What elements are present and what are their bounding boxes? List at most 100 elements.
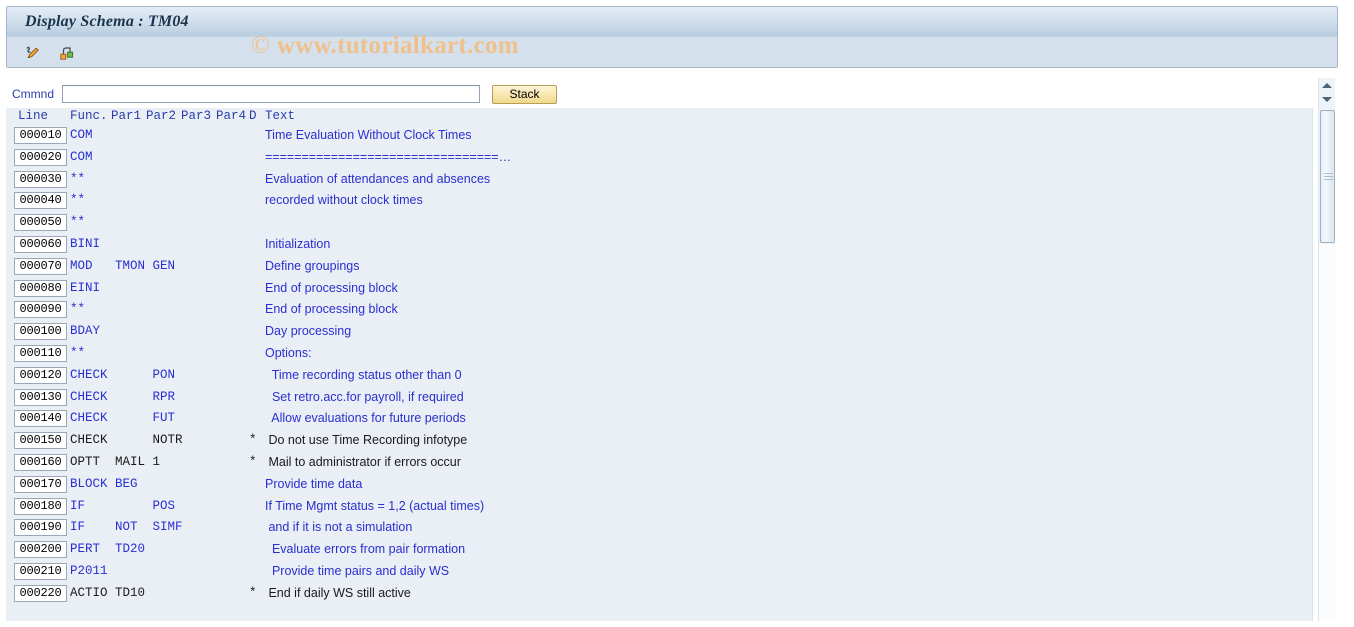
line-number-cell[interactable]: 000170	[14, 475, 67, 493]
description-cell[interactable]: ================================…	[265, 150, 511, 164]
deactivation-flag-cell[interactable]: *	[249, 433, 257, 447]
description-cell[interactable]: Options:	[265, 346, 312, 360]
function-params-cell[interactable]: EINI	[70, 281, 100, 295]
function-params-cell[interactable]: **	[70, 215, 85, 229]
line-number-cell[interactable]: 000180	[14, 497, 67, 515]
description-cell[interactable]: Mail to administrator if errors occur	[265, 455, 460, 469]
structure-icon[interactable]	[55, 41, 79, 65]
line-number-cell[interactable]: 000090	[14, 301, 67, 319]
table-row[interactable]: 000110 ** Options:	[6, 343, 1312, 365]
function-params-cell[interactable]: CHECK NOTR	[70, 433, 183, 447]
vertical-scrollbar[interactable]	[1318, 78, 1335, 621]
table-row[interactable]: 000190 IF NOT SIMF and if it is not a sim…	[6, 517, 1312, 539]
table-row[interactable]: 000170 BLOCK BEG Provide time data	[6, 474, 1312, 496]
description-cell[interactable]: Day processing	[265, 324, 351, 338]
description-cell[interactable]: Set retro.acc.for payroll, if required	[265, 390, 464, 404]
table-row[interactable]: 000210 P2011 Provide time pairs and daily…	[6, 561, 1312, 583]
description-cell[interactable]: End of processing block	[265, 302, 398, 316]
line-number-cell[interactable]: 000010	[14, 127, 67, 144]
line-number-cell[interactable]: 000130	[14, 388, 67, 406]
function-params-cell[interactable]: **	[70, 346, 85, 360]
table-row[interactable]: 000080 EINI End of processing block	[6, 278, 1312, 300]
description-cell[interactable]: Time Evaluation Without Clock Times	[265, 128, 472, 142]
deactivation-flag-cell[interactable]: *	[249, 455, 257, 469]
description-cell[interactable]: Allow evaluations for future periods	[265, 411, 466, 425]
function-params-cell[interactable]: IF NOT SIMF	[70, 520, 183, 534]
function-params-cell[interactable]: MOD TMON GEN	[70, 259, 175, 273]
function-params-cell[interactable]: PERT TD20	[70, 542, 145, 556]
line-number-cell[interactable]: 000040	[14, 192, 67, 210]
scroll-down-button[interactable]	[1319, 92, 1335, 106]
table-row[interactable]: 000200 PERT TD20 Evaluate errors from pai…	[6, 539, 1312, 561]
description-cell[interactable]: Evaluation of attendances and absences	[265, 172, 490, 186]
function-params-cell[interactable]: **	[70, 193, 85, 207]
line-number-cell[interactable]: 000160	[14, 453, 67, 471]
description-cell[interactable]: Define groupings	[265, 259, 360, 273]
function-params-cell[interactable]: COM	[70, 128, 93, 142]
line-number-cell[interactable]: 000220	[14, 584, 67, 602]
description-cell[interactable]: Provide time pairs and daily WS	[265, 564, 449, 578]
line-number-cell[interactable]: 000210	[14, 562, 67, 580]
table-row[interactable]: 000070 MOD TMON GEN Define groupings	[6, 256, 1312, 278]
schema-grid: Line Func. Par1 Par2 Par3 Par4 D Text 00…	[6, 108, 1312, 621]
scrollbar-track[interactable]	[1319, 244, 1335, 621]
function-params-cell[interactable]: BINI	[70, 237, 100, 251]
table-row[interactable]: 000220 ACTIO TD10 * End if daily WS still …	[6, 583, 1312, 605]
description-cell[interactable]: and if it is not a simulation	[265, 520, 412, 534]
deactivation-flag-cell[interactable]: *	[249, 586, 257, 600]
description-cell[interactable]: Do not use Time Recording infotype	[265, 433, 467, 447]
table-row[interactable]: 000020 COM ===============================…	[6, 147, 1312, 169]
function-params-cell[interactable]: IF POS	[70, 499, 175, 513]
description-cell[interactable]: If Time Mgmt status = 1,2 (actual times)	[265, 499, 484, 513]
function-params-cell[interactable]: P2011	[70, 564, 108, 578]
line-number-cell[interactable]: 000060	[14, 235, 67, 253]
function-params-cell[interactable]: OPTT MAIL 1	[70, 455, 160, 469]
line-number-cell[interactable]: 000100	[14, 323, 67, 341]
table-row[interactable]: 000090 ** End of processing block	[6, 299, 1312, 321]
line-number-cell[interactable]: 000030	[14, 170, 67, 188]
table-row[interactable]: 000040 ** recorded without clock times	[6, 190, 1312, 212]
table-row[interactable]: 000150 CHECK NOTR * Do not use Time Record…	[6, 430, 1312, 452]
function-params-cell[interactable]: ACTIO TD10	[70, 586, 145, 600]
line-number-cell[interactable]: 000190	[14, 519, 67, 537]
line-number-cell[interactable]: 000020	[14, 148, 67, 166]
line-number-cell[interactable]: 000120	[14, 366, 67, 384]
table-row[interactable]: 000160 OPTT MAIL 1 * Mail to administrator…	[6, 452, 1312, 474]
table-row[interactable]: 000030 ** Evaluation of attendances and ab…	[6, 169, 1312, 191]
stack-button[interactable]: Stack	[492, 84, 557, 104]
table-row[interactable]: 000120 CHECK PON Time recording status ot…	[6, 365, 1312, 387]
table-row[interactable]: 000180 IF POS If Time Mgmt status = 1,2 (a…	[6, 496, 1312, 518]
function-params-cell[interactable]: CHECK PON	[70, 368, 175, 382]
description-cell[interactable]: recorded without clock times	[265, 193, 423, 207]
description-cell[interactable]: Initialization	[265, 237, 330, 251]
command-input[interactable]	[62, 85, 480, 103]
description-cell[interactable]: End if daily WS still active	[265, 586, 410, 600]
table-row[interactable]: 000050 **	[6, 212, 1312, 234]
display-change-icon[interactable]	[21, 41, 45, 65]
function-params-cell[interactable]: BDAY	[70, 324, 100, 338]
description-cell[interactable]: Time recording status other than 0	[265, 368, 462, 382]
line-number-cell[interactable]: 000150	[14, 432, 67, 450]
table-row[interactable]: 000140 CHECK FUT Allow evaluations for fu…	[6, 408, 1312, 430]
table-row[interactable]: 000100 BDAY Day processing	[6, 321, 1312, 343]
description-cell[interactable]: End of processing block	[265, 281, 398, 295]
line-number-cell[interactable]: 000080	[14, 279, 67, 297]
line-number-cell[interactable]: 000140	[14, 410, 67, 428]
table-row[interactable]: 000060 BINI Initialization	[6, 234, 1312, 256]
line-number-cell[interactable]: 000070	[14, 257, 67, 275]
function-params-cell[interactable]: CHECK FUT	[70, 411, 175, 425]
function-params-cell[interactable]: BLOCK BEG	[70, 477, 138, 491]
table-row[interactable]: 000010 COM Time Evaluation Without Clock T…	[6, 125, 1312, 147]
function-params-cell[interactable]: CHECK RPR	[70, 390, 175, 404]
scrollbar-thumb[interactable]	[1320, 110, 1335, 243]
function-params-cell[interactable]: **	[70, 172, 85, 186]
function-params-cell[interactable]: COM	[70, 150, 93, 164]
scroll-up-button[interactable]	[1319, 78, 1335, 92]
line-number-cell[interactable]: 000200	[14, 541, 67, 559]
table-row[interactable]: 000130 CHECK RPR Set retro.acc.for payrol…	[6, 387, 1312, 409]
description-cell[interactable]: Evaluate errors from pair formation	[265, 542, 465, 556]
line-number-cell[interactable]: 000110	[14, 344, 67, 362]
description-cell[interactable]: Provide time data	[265, 477, 362, 491]
function-params-cell[interactable]: **	[70, 302, 85, 316]
line-number-cell[interactable]: 000050	[14, 214, 67, 232]
